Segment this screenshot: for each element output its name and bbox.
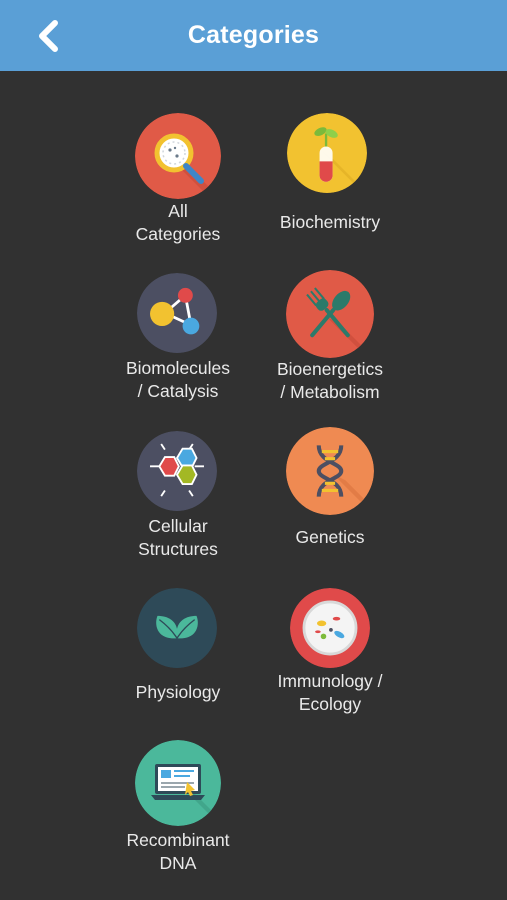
- category-label: Categories: [135, 224, 221, 244]
- dna-icon: [286, 427, 374, 515]
- app-header: Categories: [0, 0, 507, 71]
- fork-knife-icon: [286, 270, 374, 358]
- category-label: Cellular: [148, 516, 208, 536]
- category-label: Structures: [138, 539, 218, 559]
- magnifier-icon: [135, 113, 221, 199]
- test-tube-sprout-icon: [287, 113, 367, 193]
- petri-dish-icon: [290, 588, 370, 668]
- category-label: Genetics: [295, 527, 365, 547]
- category-label: All: [168, 201, 188, 221]
- category-biomolecules-catalysis[interactable]: Biomolecules / Catalysis: [98, 273, 258, 403]
- laptop-icon: [135, 740, 221, 826]
- category-label: Biochemistry: [279, 212, 381, 232]
- category-bioenergetics-metabolism[interactable]: Bioenergetics / Metabolism: [250, 270, 410, 405]
- category-recombinant-dna[interactable]: Recombinant DNA: [98, 740, 258, 875]
- leaves-icon: [137, 588, 217, 668]
- category-label: Biomolecules: [125, 358, 231, 378]
- category-label: / Catalysis: [137, 381, 219, 401]
- category-genetics[interactable]: Genetics: [250, 427, 410, 552]
- category-label: DNA: [159, 853, 197, 873]
- category-label: Ecology: [298, 694, 362, 714]
- category-all-categories[interactable]: All Categories: [98, 113, 258, 248]
- category-label: Recombinant: [126, 830, 230, 850]
- back-button[interactable]: [28, 14, 68, 58]
- category-physiology[interactable]: Physiology: [98, 588, 258, 708]
- category-immunology-ecology[interactable]: Immunology / Ecology: [250, 588, 410, 718]
- category-label: Physiology: [135, 682, 221, 702]
- molecule-icon: [137, 273, 217, 353]
- page-title: Categories: [187, 21, 320, 49]
- hexagon-cells-icon: [137, 431, 217, 511]
- chevron-left-icon: [39, 20, 58, 52]
- category-biochemistry[interactable]: Biochemistry: [250, 113, 410, 238]
- category-label: Immunology /: [277, 671, 383, 691]
- category-cellular-structures[interactable]: Cellular Structures: [98, 431, 258, 561]
- category-label: Bioenergetics: [276, 359, 384, 379]
- category-label: / Metabolism: [280, 382, 380, 402]
